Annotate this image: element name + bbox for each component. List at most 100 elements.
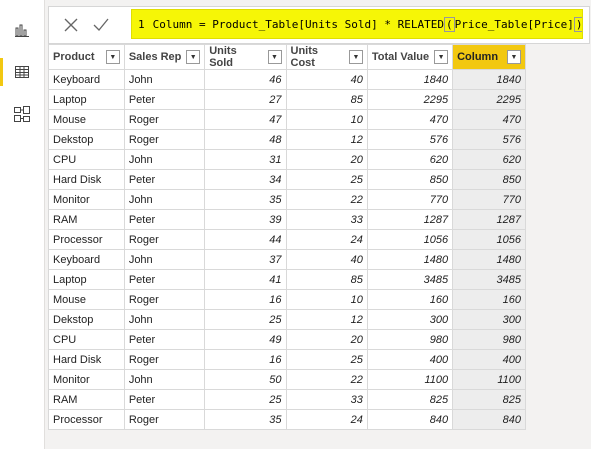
- cell-total-value[interactable]: 3485: [366, 269, 454, 290]
- cell-product[interactable]: Laptop: [48, 89, 125, 110]
- cell-product[interactable]: Dekstop: [48, 129, 125, 150]
- cell-units-cost[interactable]: 25: [285, 349, 368, 370]
- cell-total-value[interactable]: 850: [366, 169, 454, 190]
- cell-units-sold[interactable]: 25: [204, 309, 287, 330]
- cell-units-sold[interactable]: 37: [204, 249, 287, 270]
- cell-units-sold[interactable]: 25: [204, 389, 287, 410]
- cell-units-cost[interactable]: 12: [285, 309, 368, 330]
- cell-column[interactable]: 3485: [452, 269, 526, 290]
- cell-sales-rep[interactable]: Roger: [123, 129, 206, 150]
- cell-column[interactable]: 1840: [452, 69, 526, 90]
- cell-sales-rep[interactable]: Roger: [123, 409, 206, 430]
- cell-sales-rep[interactable]: Peter: [123, 169, 206, 190]
- cell-total-value[interactable]: 300: [366, 309, 454, 330]
- data-view-button[interactable]: [0, 52, 44, 92]
- cell-units-cost[interactable]: 20: [285, 329, 368, 350]
- cell-total-value[interactable]: 1100: [366, 369, 454, 390]
- cell-column[interactable]: 300: [452, 309, 526, 330]
- cell-sales-rep[interactable]: Roger: [123, 229, 206, 250]
- cell-total-value[interactable]: 160: [366, 289, 454, 310]
- column-header-product[interactable]: Product ▼: [48, 44, 125, 70]
- cell-units-sold[interactable]: 47: [204, 109, 287, 130]
- cell-sales-rep[interactable]: Peter: [123, 269, 206, 290]
- cell-units-sold[interactable]: 16: [204, 289, 287, 310]
- cell-product[interactable]: Monitor: [48, 189, 125, 210]
- cell-total-value[interactable]: 825: [366, 389, 454, 410]
- cell-units-sold[interactable]: 27: [204, 89, 287, 110]
- dropdown-arrow-icon[interactable]: ▼: [105, 50, 120, 64]
- cell-total-value[interactable]: 1480: [366, 249, 454, 270]
- cell-column[interactable]: 1287: [452, 209, 526, 230]
- cell-product[interactable]: Laptop: [48, 269, 125, 290]
- dropdown-arrow-icon[interactable]: ▼: [507, 50, 521, 64]
- dropdown-arrow-icon[interactable]: ▼: [434, 50, 449, 64]
- cell-sales-rep[interactable]: Peter: [123, 209, 206, 230]
- cell-units-cost[interactable]: 25: [285, 169, 368, 190]
- cell-units-cost[interactable]: 85: [285, 269, 368, 290]
- cell-product[interactable]: Hard Disk: [48, 349, 125, 370]
- cell-total-value[interactable]: 840: [366, 409, 454, 430]
- dropdown-arrow-icon[interactable]: ▼: [267, 50, 282, 64]
- cell-units-sold[interactable]: 31: [204, 149, 287, 170]
- cell-column[interactable]: 1100: [452, 369, 526, 390]
- cell-units-sold[interactable]: 16: [204, 349, 287, 370]
- cell-total-value[interactable]: 470: [366, 109, 454, 130]
- cell-units-cost[interactable]: 33: [285, 389, 368, 410]
- model-view-button[interactable]: [0, 94, 44, 134]
- cell-units-sold[interactable]: 39: [204, 209, 287, 230]
- cell-units-cost[interactable]: 10: [285, 109, 368, 130]
- cell-units-cost[interactable]: 22: [285, 189, 368, 210]
- cell-column[interactable]: 400: [452, 349, 526, 370]
- cell-total-value[interactable]: 576: [366, 129, 454, 150]
- cell-units-cost[interactable]: 10: [285, 289, 368, 310]
- cell-product[interactable]: Dekstop: [48, 309, 125, 330]
- cell-total-value[interactable]: 980: [366, 329, 454, 350]
- cell-total-value[interactable]: 1287: [366, 209, 454, 230]
- cell-column[interactable]: 1480: [452, 249, 526, 270]
- cell-product[interactable]: RAM: [48, 209, 125, 230]
- cell-units-cost[interactable]: 40: [285, 69, 368, 90]
- commit-button[interactable]: [89, 13, 113, 37]
- cell-units-cost[interactable]: 24: [285, 229, 368, 250]
- cell-sales-rep[interactable]: John: [123, 189, 206, 210]
- cell-units-sold[interactable]: 50: [204, 369, 287, 390]
- cell-units-cost[interactable]: 85: [285, 89, 368, 110]
- cell-product[interactable]: Monitor: [48, 369, 125, 390]
- cell-units-cost[interactable]: 40: [285, 249, 368, 270]
- cell-total-value[interactable]: 1840: [366, 69, 454, 90]
- cell-units-cost[interactable]: 24: [285, 409, 368, 430]
- column-header-sales-rep[interactable]: Sales Rep ▼: [123, 44, 206, 70]
- cell-units-sold[interactable]: 41: [204, 269, 287, 290]
- cell-sales-rep[interactable]: Peter: [123, 89, 206, 110]
- cell-column[interactable]: 770: [452, 189, 526, 210]
- cell-sales-rep[interactable]: Roger: [123, 289, 206, 310]
- cell-sales-rep[interactable]: John: [123, 149, 206, 170]
- cell-sales-rep[interactable]: Peter: [123, 389, 206, 410]
- cell-product[interactable]: Mouse: [48, 109, 125, 130]
- cell-sales-rep[interactable]: John: [123, 69, 206, 90]
- cell-product[interactable]: Keyboard: [48, 69, 125, 90]
- cell-units-cost[interactable]: 12: [285, 129, 368, 150]
- cell-product[interactable]: Keyboard: [48, 249, 125, 270]
- cell-units-cost[interactable]: 33: [285, 209, 368, 230]
- cell-units-sold[interactable]: 49: [204, 329, 287, 350]
- cell-product[interactable]: Hard Disk: [48, 169, 125, 190]
- cell-product[interactable]: Processor: [48, 409, 125, 430]
- formula-input[interactable]: 1 Column = Product_Table[Units Sold] * R…: [131, 9, 583, 39]
- cancel-button[interactable]: [59, 13, 83, 37]
- cell-units-sold[interactable]: 35: [204, 409, 287, 430]
- cell-total-value[interactable]: 770: [366, 189, 454, 210]
- cell-column[interactable]: 470: [452, 109, 526, 130]
- cell-sales-rep[interactable]: John: [123, 309, 206, 330]
- cell-total-value[interactable]: 400: [366, 349, 454, 370]
- cell-column[interactable]: 980: [452, 329, 526, 350]
- report-view-button[interactable]: [0, 10, 44, 50]
- cell-units-sold[interactable]: 35: [204, 189, 287, 210]
- cell-column[interactable]: 840: [452, 409, 526, 430]
- cell-units-sold[interactable]: 46: [204, 69, 287, 90]
- column-header-units-sold[interactable]: Units Sold ▼: [204, 44, 287, 70]
- cell-column[interactable]: 2295: [452, 89, 526, 110]
- dropdown-arrow-icon[interactable]: ▼: [186, 50, 201, 64]
- cell-sales-rep[interactable]: John: [123, 249, 206, 270]
- column-header-units-cost[interactable]: Units Cost ▼: [285, 44, 368, 70]
